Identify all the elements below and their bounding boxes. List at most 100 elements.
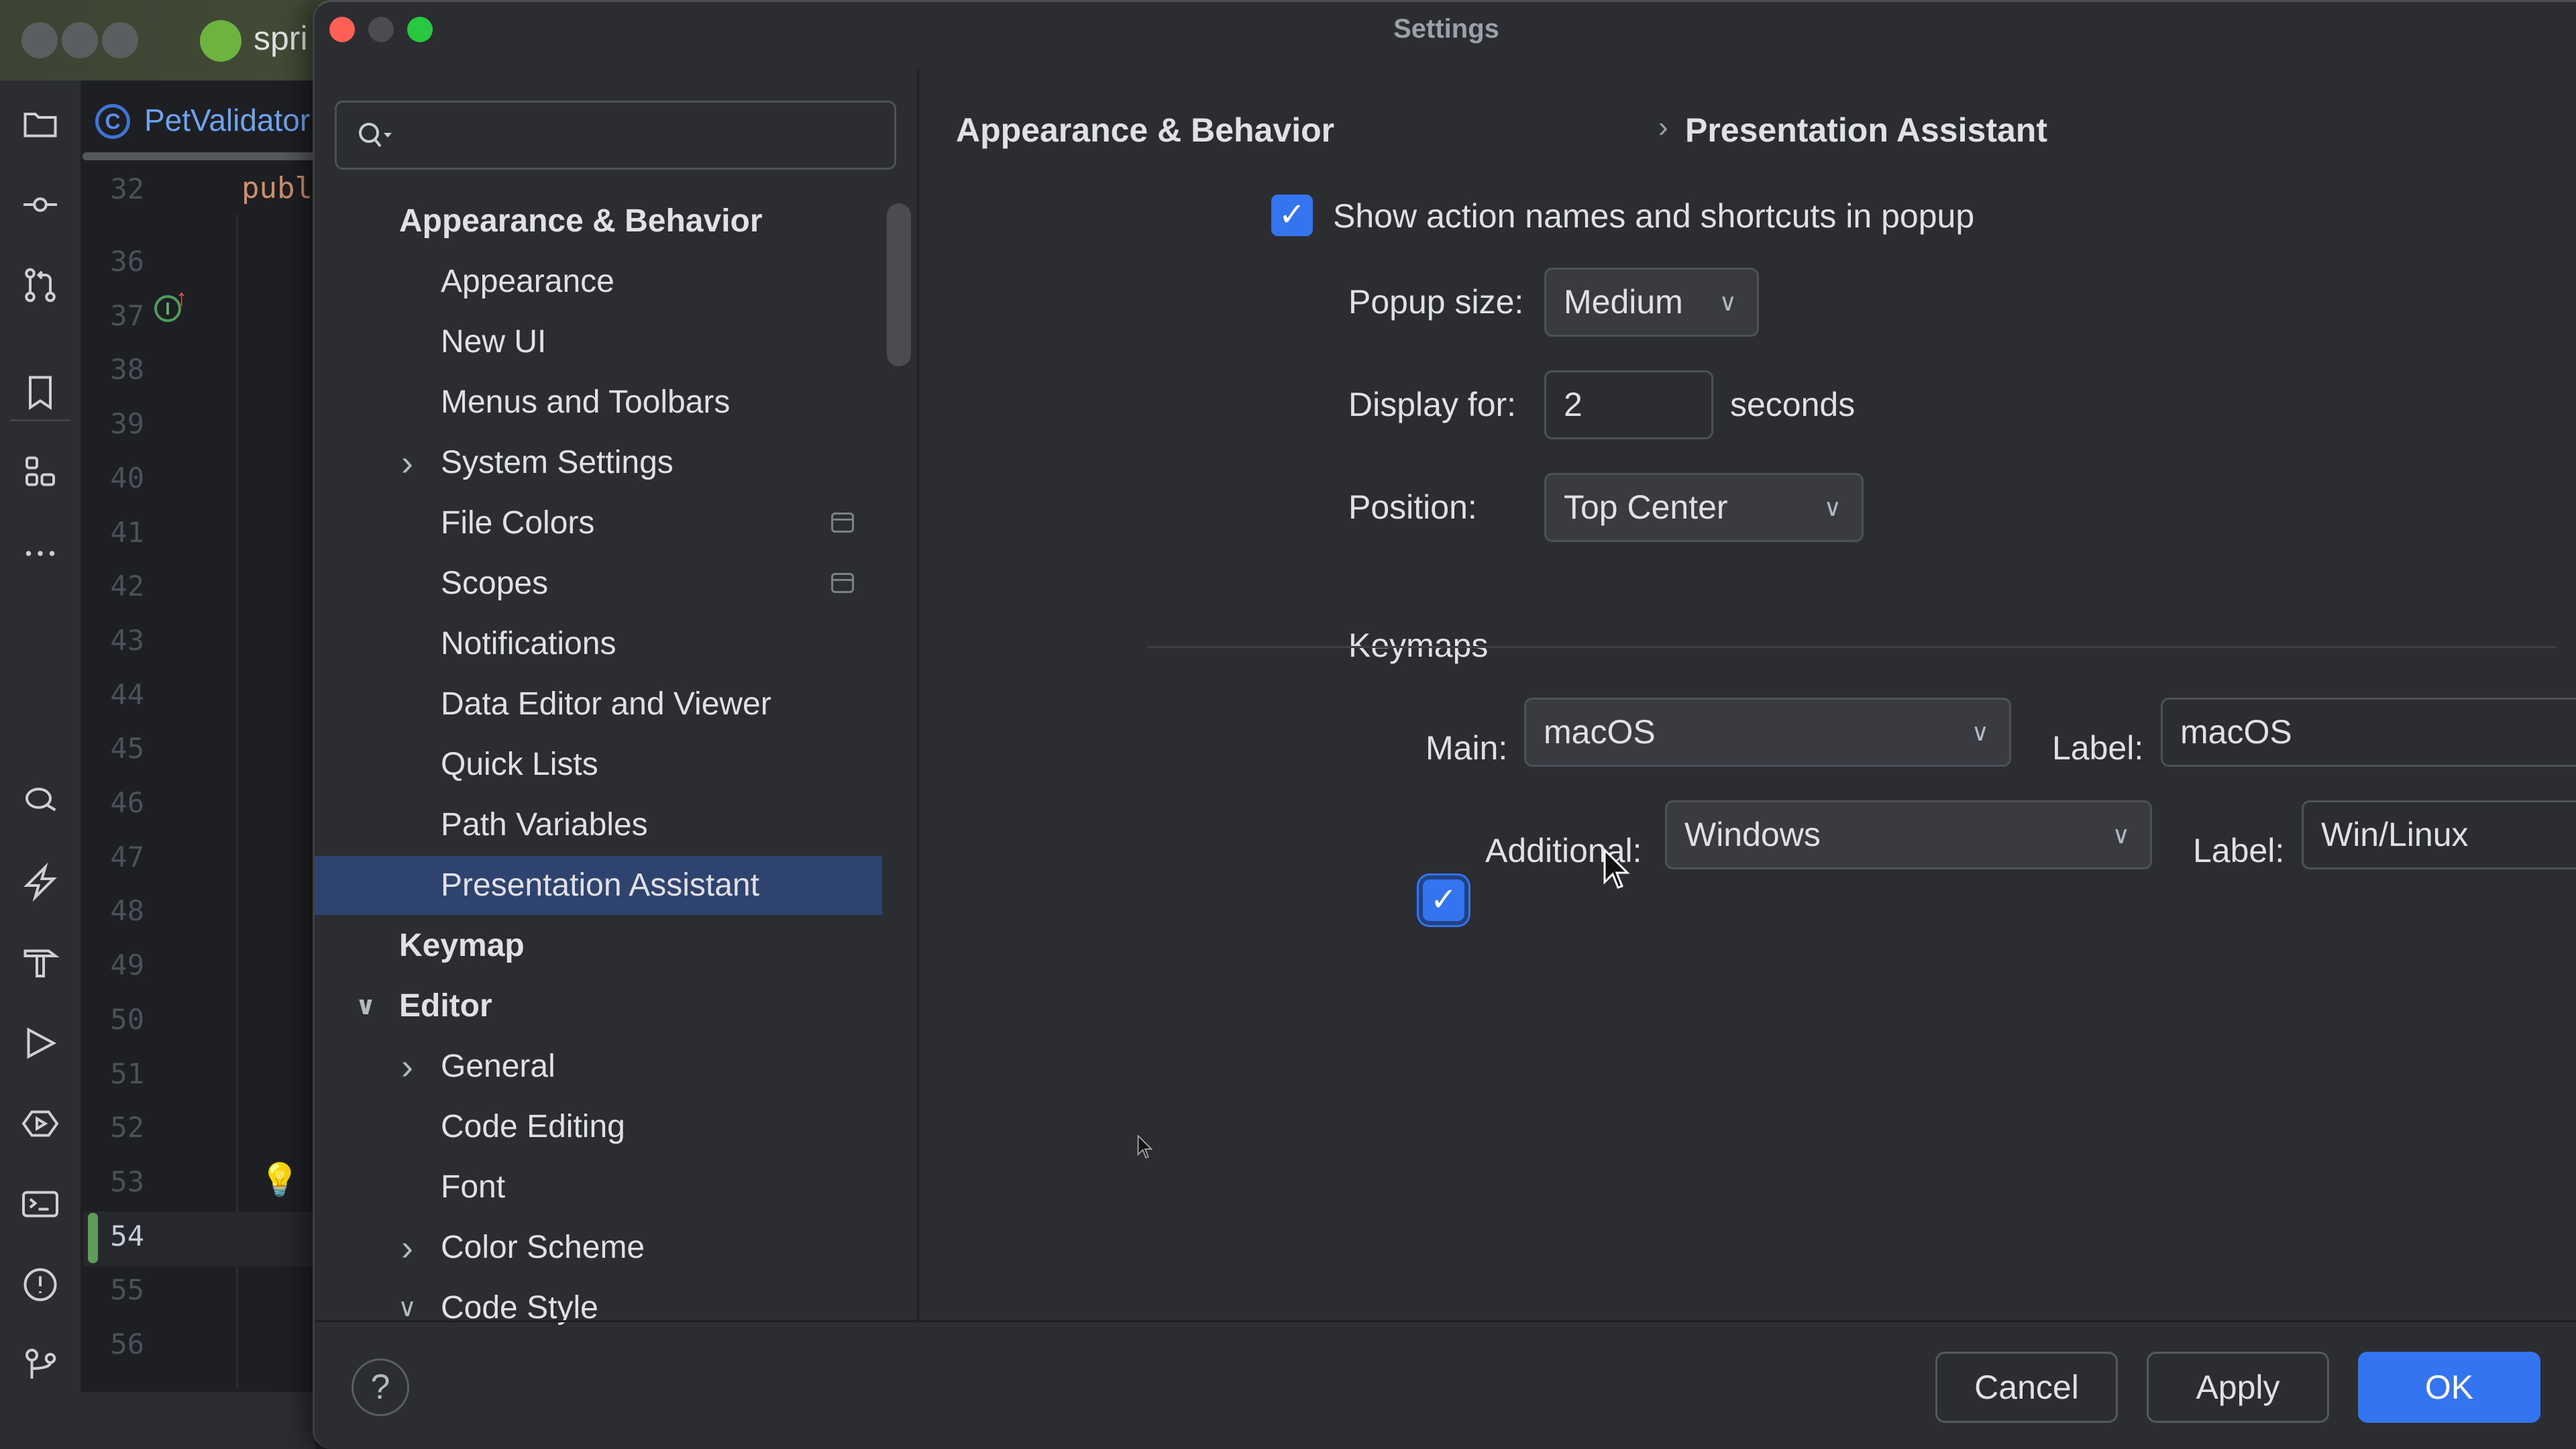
chevron-down-icon[interactable]: ∨ xyxy=(394,1279,421,1338)
tree-item-appearance-behavior[interactable]: Appearance & Behavior xyxy=(315,192,882,251)
tree-item-label: Scopes xyxy=(441,566,549,601)
line-number[interactable]: 56 xyxy=(80,1328,144,1360)
tree-item-code-editing[interactable]: Code Editing xyxy=(315,1097,882,1157)
tree-item-label: Font xyxy=(441,1169,506,1205)
line-number[interactable]: 44 xyxy=(80,678,144,711)
tree-item-label: General xyxy=(441,1049,555,1084)
main-label-input[interactable]: macOS xyxy=(2161,698,2576,767)
line-number[interactable]: 46 xyxy=(80,786,144,819)
more-icon[interactable] xyxy=(20,533,60,574)
override-arrow-icon: ↑ xyxy=(176,285,187,311)
main-label-value: macOS xyxy=(2180,713,2292,751)
tree-item-notifications[interactable]: Notifications xyxy=(315,614,882,674)
editor-tab-label[interactable]: PetValidator xyxy=(144,102,310,138)
search-icon[interactable] xyxy=(20,782,60,822)
search-input[interactable] xyxy=(404,109,873,163)
dialog-title: Settings xyxy=(1393,14,1499,44)
ide-project-name[interactable]: spri xyxy=(254,19,308,58)
line-number[interactable]: 41 xyxy=(80,516,144,549)
lightbulb-icon[interactable]: 💡 xyxy=(260,1161,300,1199)
seconds-label: seconds xyxy=(1730,386,1856,423)
sidebar-scrollbar[interactable] xyxy=(887,203,911,366)
chevron-right-icon[interactable]: › xyxy=(394,433,421,492)
line-number[interactable]: 54 xyxy=(80,1220,144,1252)
show-popup-checkbox[interactable]: ✓ xyxy=(1271,195,1313,236)
tree-item-general[interactable]: › General xyxy=(315,1037,882,1096)
terminal-icon[interactable] xyxy=(20,1184,60,1224)
chevron-right-icon[interactable]: › xyxy=(394,1218,421,1277)
search-icon[interactable] xyxy=(357,120,392,154)
chevron-down-icon: ∨ xyxy=(1823,494,1841,521)
pull-requests-icon[interactable] xyxy=(20,265,60,305)
ide-close-button[interactable] xyxy=(21,22,58,58)
chevron-down-icon[interactable]: ∨ xyxy=(352,977,379,1036)
popup-size-dropdown[interactable]: Medium ∨ xyxy=(1544,268,1759,337)
help-button[interactable]: ? xyxy=(352,1358,409,1416)
tree-item-code-style[interactable]: ∨ Code Style xyxy=(315,1279,882,1338)
additional-keymap-dropdown[interactable]: Windows ∨ xyxy=(1665,800,2152,869)
display-for-value: 2 xyxy=(1564,386,1582,423)
line-number[interactable]: 37 xyxy=(80,299,144,332)
problems-icon[interactable] xyxy=(20,1265,60,1305)
tree-item-editor[interactable]: ∨ Editor xyxy=(315,977,882,1036)
tree-item-keymap[interactable]: Keymap xyxy=(315,916,882,975)
additional-label-value: Win/Linux xyxy=(2321,816,2469,853)
line-number[interactable]: 40 xyxy=(80,462,144,494)
ide-minimize-button[interactable] xyxy=(62,22,98,58)
line-number[interactable]: 48 xyxy=(80,894,144,927)
bookmarks-icon[interactable] xyxy=(20,372,60,413)
line-number[interactable]: 36 xyxy=(80,245,144,278)
line-number[interactable]: 38 xyxy=(80,353,144,386)
tree-item-data-editor-and-viewer[interactable]: Data Editor and Viewer xyxy=(315,675,882,734)
lightning-icon[interactable] xyxy=(20,862,60,902)
tree-item-color-scheme[interactable]: › Color Scheme xyxy=(315,1218,882,1277)
ide-zoom-button[interactable] xyxy=(102,22,138,58)
breadcrumb-parent[interactable]: Appearance & Behavior xyxy=(956,111,1334,150)
line-number[interactable]: 50 xyxy=(80,1003,144,1036)
line-number[interactable]: 42 xyxy=(80,570,144,602)
position-label: Position: xyxy=(1348,488,1477,526)
apply-button[interactable]: Apply xyxy=(2147,1352,2329,1423)
tree-item-font[interactable]: Font xyxy=(315,1158,882,1217)
tree-item-system-settings[interactable]: › System Settings xyxy=(315,433,882,492)
structure-icon[interactable] xyxy=(20,453,60,493)
line-number[interactable]: 32 xyxy=(80,172,144,205)
line-number[interactable]: 55 xyxy=(80,1273,144,1306)
services-icon[interactable] xyxy=(20,1104,60,1144)
build-hammer-icon[interactable] xyxy=(20,943,60,983)
display-for-input[interactable]: 2 xyxy=(1544,370,1713,439)
line-number[interactable]: 53 xyxy=(80,1165,144,1198)
chevron-right-icon[interactable]: › xyxy=(394,1037,421,1096)
run-icon[interactable] xyxy=(20,1023,60,1063)
chevron-down-icon: ∨ xyxy=(1971,718,1989,746)
tree-item-scopes[interactable]: Scopes xyxy=(315,554,882,613)
tree-item-presentation-assistant[interactable]: Presentation Assistant xyxy=(315,856,882,915)
tree-item-new-ui[interactable]: New UI xyxy=(315,313,882,372)
tree-item-appearance[interactable]: Appearance xyxy=(315,252,882,311)
settings-search-box[interactable] xyxy=(335,101,896,170)
tree-item-quick-lists[interactable]: Quick Lists xyxy=(315,735,882,794)
show-popup-label[interactable]: Show action names and shortcuts in popup xyxy=(1333,197,1974,235)
line-number[interactable]: 52 xyxy=(80,1111,144,1144)
tree-item-menus-and-toolbars[interactable]: Menus and Toolbars xyxy=(315,373,882,432)
line-number[interactable]: 49 xyxy=(80,949,144,981)
line-number[interactable]: 43 xyxy=(80,624,144,657)
commit-icon[interactable] xyxy=(20,184,60,225)
cancel-button[interactable]: Cancel xyxy=(1935,1352,2118,1423)
additional-label-input[interactable]: Win/Linux xyxy=(2302,800,2576,869)
position-dropdown[interactable]: Top Center ∨ xyxy=(1544,473,1864,542)
line-number[interactable]: 47 xyxy=(80,841,144,873)
ok-button[interactable]: OK xyxy=(2358,1352,2540,1423)
line-number[interactable]: 39 xyxy=(80,407,144,440)
git-icon[interactable] xyxy=(20,1345,60,1385)
line-number[interactable]: 51 xyxy=(80,1057,144,1090)
folder-icon[interactable] xyxy=(20,104,60,144)
line-number[interactable]: 45 xyxy=(80,732,144,765)
main-keymap-dropdown[interactable]: macOS ∨ xyxy=(1524,698,2011,767)
tree-item-file-colors[interactable]: File Colors xyxy=(315,494,882,553)
additional-keymap-checkbox[interactable]: ✓ xyxy=(1423,879,1464,921)
breadcrumb-separator: › xyxy=(1658,111,1668,144)
main-keymap-value: macOS xyxy=(1544,713,1656,751)
tree-item-path-variables[interactable]: Path Variables xyxy=(315,796,882,855)
class-icon: C xyxy=(95,104,130,139)
